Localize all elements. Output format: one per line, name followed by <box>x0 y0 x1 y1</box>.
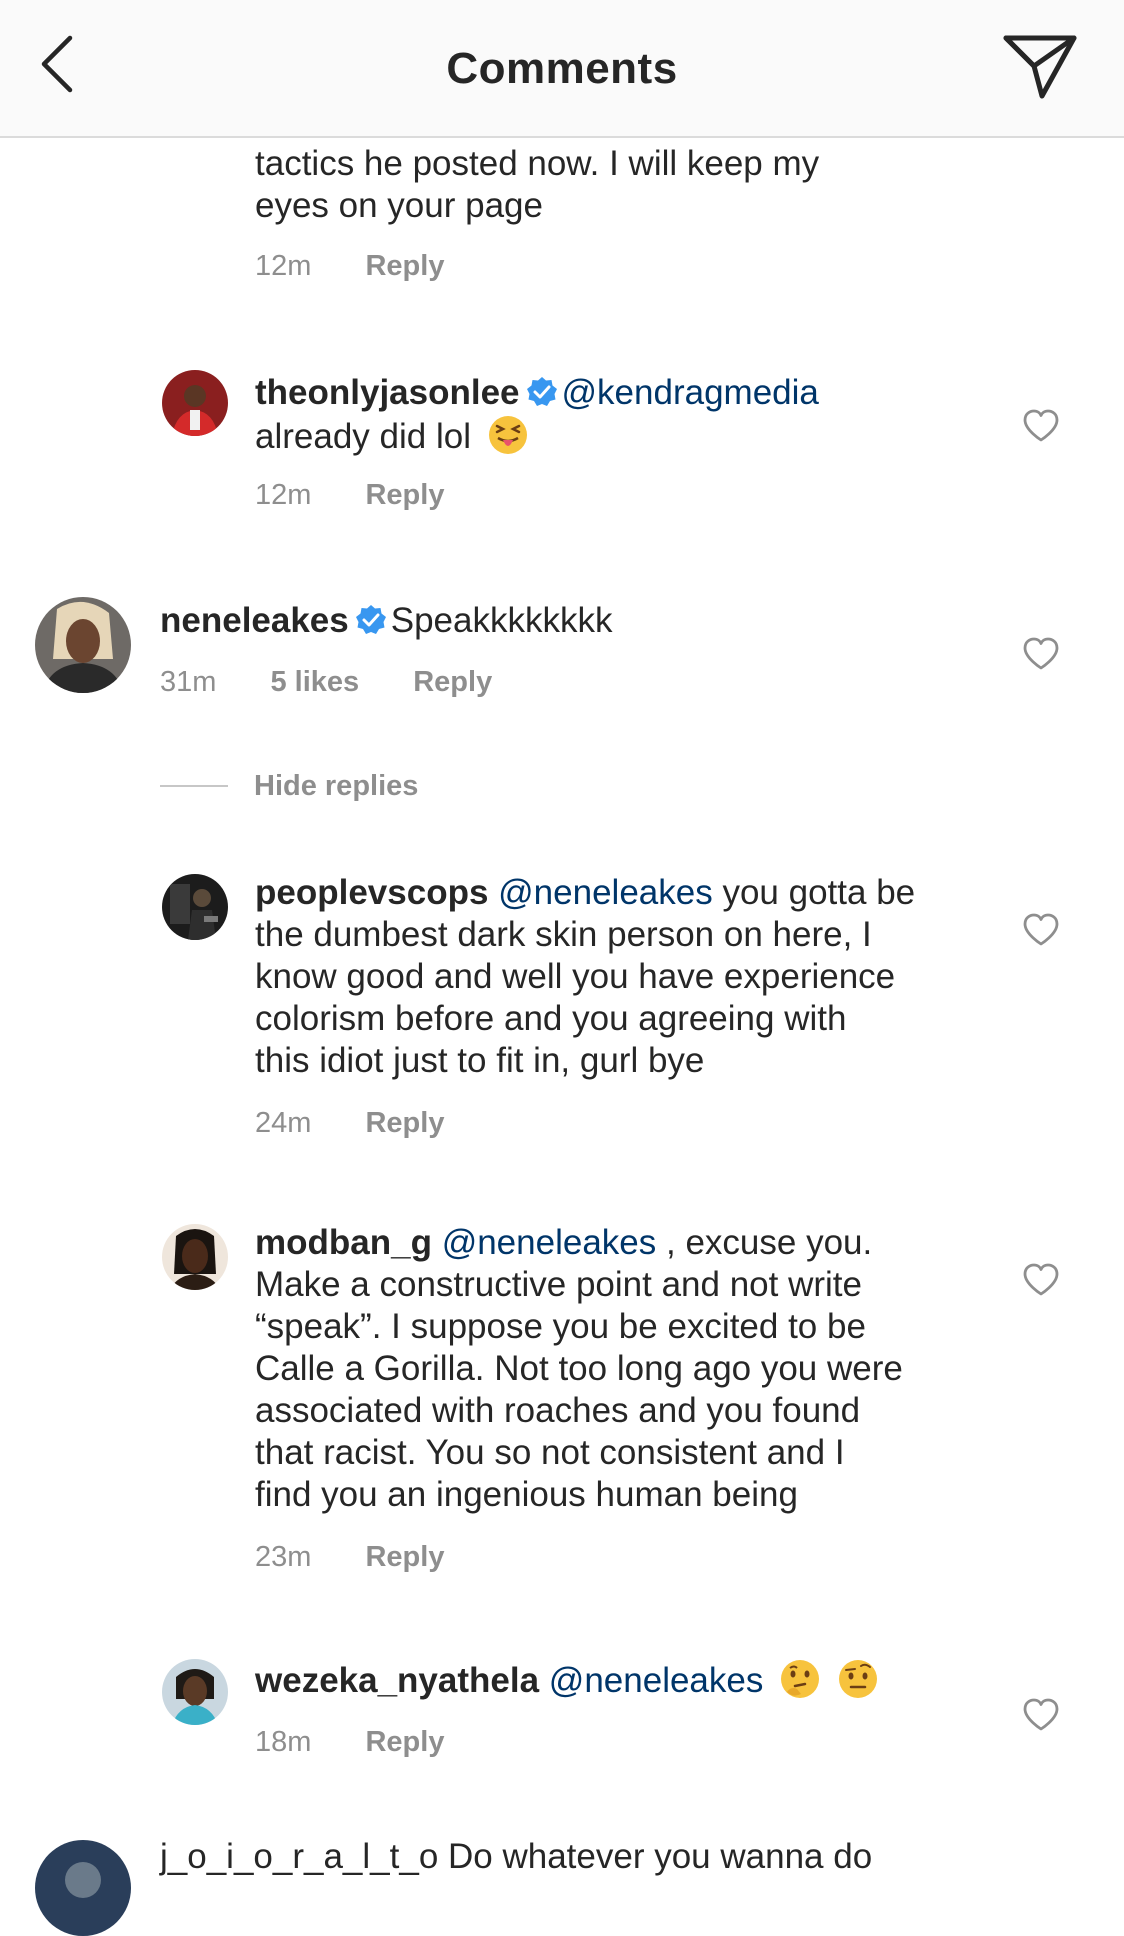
comment-line: associated with roaches and you found <box>255 1391 861 1430</box>
comment-text: neneleakes Speakkkkkkkk <box>160 600 880 642</box>
page-title: Comments <box>446 44 678 93</box>
comment-line: the dumbest dark skin person on here, I <box>255 915 872 954</box>
comment-meta: 12m Reply <box>255 250 490 283</box>
comment-body: , excuse you. <box>666 1223 873 1262</box>
comment-line: tactics he posted now. I will keep my <box>255 144 820 183</box>
comment-meta: 24m Reply <box>255 1107 490 1140</box>
avatar[interactable] <box>162 1224 228 1290</box>
comment-body: you gotta be <box>722 873 916 912</box>
reply-button[interactable]: Reply <box>365 479 444 511</box>
comment-body: already did lol <box>255 417 471 456</box>
heart-icon[interactable] <box>1022 1263 1060 1297</box>
avatar-image <box>35 597 131 693</box>
likes-count[interactable]: 5 likes <box>270 666 359 698</box>
hide-replies-button[interactable]: Hide replies <box>160 766 418 806</box>
comment-time: 12m <box>255 250 312 282</box>
mention-link[interactable]: @neneleakes <box>498 873 713 912</box>
comment-line: eyes on your page <box>255 186 543 225</box>
thinking-face-emoji <box>781 1660 820 1698</box>
comment-meta: 18m Reply <box>255 1726 490 1759</box>
reply-button[interactable]: Reply <box>365 1107 444 1139</box>
avatar-image <box>162 1659 228 1725</box>
hide-replies-label: Hide replies <box>254 769 419 802</box>
comment-time: 18m <box>255 1726 312 1758</box>
mention-link[interactable]: @kendragmedia <box>562 373 819 412</box>
comment-text: peoplevscops @neneleakes you gotta be th… <box>255 872 995 1082</box>
comment-line: Calle a Gorilla. Not too long ago you we… <box>255 1349 903 1388</box>
avatar[interactable] <box>162 874 228 940</box>
avatar[interactable] <box>35 597 131 693</box>
comment-text: wezeka_nyathela @neneleakes <box>255 1658 995 1702</box>
mention-link[interactable]: @neneleakes <box>442 1223 657 1262</box>
comment-meta: 23m Reply <box>255 1541 490 1574</box>
username[interactable]: peoplevscops <box>255 873 488 912</box>
comment-text-partial: j_o_i_o_r_a_l_t_o Do whatever you wanna … <box>160 1836 1040 1878</box>
share-button[interactable] <box>1000 30 1080 102</box>
verified-badge-icon <box>355 605 386 634</box>
username[interactable]: theonlyjasonlee <box>255 373 520 412</box>
username[interactable]: modban_g <box>255 1223 432 1262</box>
comment-meta: 31m 5 likes Reply <box>160 666 538 699</box>
comment-line: this idiot just to fit in, gurl bye <box>255 1041 705 1080</box>
mention-link[interactable]: @neneleakes <box>549 1661 764 1700</box>
comment-time: 31m <box>160 666 217 698</box>
avatar[interactable] <box>35 1840 131 1936</box>
comment-body: Speakkkkkkkk <box>390 601 613 640</box>
comment-line: colorism before and you agreeing with <box>255 999 847 1038</box>
verified-badge-icon <box>526 377 557 406</box>
avatar[interactable] <box>162 1659 228 1725</box>
comment-line: know good and well you have experience <box>255 957 896 996</box>
comment-meta: 12m Reply <box>255 479 490 512</box>
reply-button[interactable]: Reply <box>365 1541 444 1573</box>
avatar-image <box>162 874 228 940</box>
comment-line: find you an ingenious human being <box>255 1475 798 1514</box>
reply-button[interactable]: Reply <box>413 666 492 698</box>
username[interactable]: neneleakes <box>160 601 349 640</box>
comment-time: 12m <box>255 479 312 511</box>
reply-button[interactable]: Reply <box>365 1726 444 1758</box>
avatar-image <box>162 1224 228 1290</box>
comment-time: 24m <box>255 1107 312 1139</box>
reply-button[interactable]: Reply <box>365 250 444 282</box>
comment-text-partial: tactics he posted now. I will keep my ey… <box>255 143 975 227</box>
raised-eyebrow-emoji <box>838 1660 877 1698</box>
comment-body: j_o_i_o_r_a_l_t_o Do whatever you wanna … <box>160 1837 873 1876</box>
avatar-image <box>35 1840 131 1936</box>
avatar[interactable] <box>162 370 228 436</box>
comment-text: theonlyjasonlee @kendragmedia already did… <box>255 372 975 458</box>
comment-time: 23m <box>255 1541 312 1573</box>
squinting-tongue-emoji <box>488 416 527 454</box>
comment-line: that racist. You so not consistent and I <box>255 1433 845 1472</box>
comment-line: “speak”. I suppose you be excited to be <box>255 1307 866 1346</box>
header-bar: Comments <box>0 0 1124 138</box>
paper-plane-icon <box>1003 35 1077 99</box>
divider-line <box>160 785 228 787</box>
comment-text: modban_g @neneleakes , excuse you. Make … <box>255 1222 995 1516</box>
comment-line: Make a constructive point and not write <box>255 1265 862 1304</box>
heart-icon[interactable] <box>1022 409 1060 443</box>
username[interactable]: wezeka_nyathela <box>255 1661 539 1700</box>
heart-icon[interactable] <box>1022 637 1060 671</box>
heart-icon[interactable] <box>1022 913 1060 947</box>
heart-icon[interactable] <box>1022 1698 1060 1732</box>
avatar-image <box>162 370 228 436</box>
